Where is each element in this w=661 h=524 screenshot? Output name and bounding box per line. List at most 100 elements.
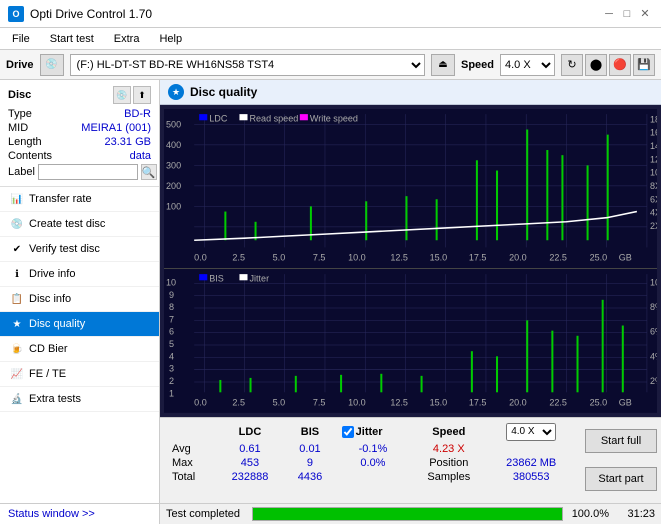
sidebar-item-cd-bier[interactable]: 🍺 CD Bier — [0, 337, 159, 362]
disc-icon-btn-1[interactable]: 💿 — [113, 86, 131, 104]
drive-icon-btn[interactable]: 💿 — [40, 54, 64, 76]
window-controls: ─ □ ✕ — [601, 6, 653, 22]
type-value: BD-R — [124, 108, 151, 120]
svg-text:10%: 10% — [650, 277, 657, 287]
stats-row-avg: Avg 0.61 0.01 -0.1% 4.23 X — [166, 442, 575, 456]
svg-text:2: 2 — [169, 376, 174, 386]
content-title: Disc quality — [190, 85, 257, 99]
avg-label: Avg — [166, 442, 216, 456]
avg-speed: 4.23 X — [410, 442, 487, 456]
svg-text:7.5: 7.5 — [313, 253, 326, 263]
drive-select[interactable]: (F:) HL-DT-ST BD-RE WH16NS58 TST4 — [70, 54, 425, 76]
max-jitter: 0.0% — [336, 456, 411, 470]
svg-text:8X: 8X — [650, 181, 657, 191]
svg-text:16X: 16X — [650, 128, 657, 138]
svg-text:10: 10 — [166, 277, 176, 287]
status-window-btn[interactable]: Status window >> — [0, 503, 159, 524]
samples-label: Samples — [410, 470, 487, 484]
col-empty — [166, 422, 216, 442]
svg-text:6%: 6% — [650, 327, 657, 337]
length-value: 23.31 GB — [105, 136, 151, 148]
svg-text:8%: 8% — [650, 302, 657, 312]
svg-text:Jitter: Jitter — [250, 273, 270, 283]
svg-text:10.0: 10.0 — [348, 253, 366, 263]
menu-extra[interactable]: Extra — [106, 31, 148, 47]
svg-text:2X: 2X — [650, 221, 657, 231]
col-bis: BIS — [284, 422, 335, 442]
speed-display-select[interactable]: 4.0 X — [506, 423, 556, 441]
verify-test-disc-icon: ✔ — [10, 242, 24, 256]
svg-text:15.0: 15.0 — [430, 253, 448, 263]
create-test-disc-label: Create test disc — [29, 218, 105, 230]
transfer-rate-icon: 📊 — [10, 192, 24, 206]
status-window-label: Status window >> — [8, 508, 95, 520]
toolbar-icon-3[interactable]: 🔴 — [609, 54, 631, 76]
position-label: Position — [410, 456, 487, 470]
menu-start-test[interactable]: Start test — [42, 31, 102, 47]
eject-button[interactable]: ⏏ — [431, 54, 455, 76]
toolbar-icon-1[interactable]: ↻ — [561, 54, 583, 76]
close-button[interactable]: ✕ — [637, 6, 653, 22]
extra-tests-icon: 🔬 — [10, 392, 24, 406]
speed-select[interactable]: 4.0 X — [500, 54, 555, 76]
maximize-button[interactable]: □ — [619, 6, 635, 22]
sidebar-item-fe-te[interactable]: 📈 FE / TE — [0, 362, 159, 387]
svg-text:17.5: 17.5 — [469, 253, 487, 263]
svg-text:22.5: 22.5 — [549, 253, 567, 263]
max-ldc: 453 — [216, 456, 285, 470]
svg-text:400: 400 — [166, 140, 181, 150]
toolbar-icon-2[interactable]: ⬤ — [585, 54, 607, 76]
col-jitter-check: Jitter — [336, 422, 411, 442]
progress-time: 31:23 — [615, 508, 655, 520]
svg-text:4: 4 — [169, 351, 174, 361]
sidebar-item-transfer-rate[interactable]: 📊 Transfer rate — [0, 187, 159, 212]
svg-text:6: 6 — [169, 327, 174, 337]
app-title: Opti Drive Control 1.70 — [30, 7, 152, 21]
svg-text:Read speed: Read speed — [250, 113, 299, 123]
create-test-disc-icon: 💿 — [10, 217, 24, 231]
label-input[interactable] — [38, 164, 138, 180]
cd-bier-label: CD Bier — [29, 343, 68, 355]
jitter-checkbox[interactable] — [342, 426, 354, 438]
total-bis: 4436 — [284, 470, 335, 484]
drive-info-icon: ℹ — [10, 267, 24, 281]
col-speed2: 4.0 X — [487, 422, 575, 442]
minimize-button[interactable]: ─ — [601, 6, 617, 22]
label-btn[interactable]: 🔍 — [141, 164, 157, 180]
disc-icon-btn-2[interactable]: ⬆ — [133, 86, 151, 104]
drive-label: Drive — [6, 59, 34, 71]
sidebar-item-verify-test-disc[interactable]: ✔ Verify test disc — [0, 237, 159, 262]
app-icon: O — [8, 6, 24, 22]
menu-help[interactable]: Help — [151, 31, 190, 47]
mid-label: MID — [8, 122, 28, 134]
sidebar-item-drive-info[interactable]: ℹ Drive info — [0, 262, 159, 287]
disc-section-title: Disc — [8, 89, 31, 101]
start-part-button[interactable]: Start part — [585, 467, 657, 491]
toolbar-icon-4[interactable]: 💾 — [633, 54, 655, 76]
avg-ldc: 0.61 — [216, 442, 285, 456]
contents-value: data — [130, 150, 151, 162]
progress-percent: 100.0% — [569, 508, 609, 520]
sidebar-item-disc-info[interactable]: 📋 Disc info — [0, 287, 159, 312]
fe-te-icon: 📈 — [10, 367, 24, 381]
action-buttons: Start full Start part — [581, 418, 661, 503]
total-ldc: 232888 — [216, 470, 285, 484]
total-label: Total — [166, 470, 216, 484]
max-bis: 9 — [284, 456, 335, 470]
length-label: Length — [8, 136, 42, 148]
svg-text:3: 3 — [169, 364, 174, 374]
svg-text:100: 100 — [166, 201, 181, 211]
start-full-button[interactable]: Start full — [585, 429, 657, 453]
sidebar-item-extra-tests[interactable]: 🔬 Extra tests — [0, 387, 159, 412]
svg-text:200: 200 — [166, 181, 181, 191]
transfer-rate-label: Transfer rate — [29, 193, 92, 205]
label-key: Label — [8, 166, 35, 178]
svg-text:20.0: 20.0 — [509, 253, 527, 263]
sidebar-item-disc-quality[interactable]: ★ Disc quality — [0, 312, 159, 337]
sidebar-item-create-test-disc[interactable]: 💿 Create test disc — [0, 212, 159, 237]
svg-text:5.0: 5.0 — [273, 398, 286, 408]
samples-value: 380553 — [487, 470, 575, 484]
disc-quality-icon: ★ — [10, 317, 24, 331]
menu-file[interactable]: File — [4, 31, 38, 47]
svg-text:10.0: 10.0 — [348, 398, 366, 408]
